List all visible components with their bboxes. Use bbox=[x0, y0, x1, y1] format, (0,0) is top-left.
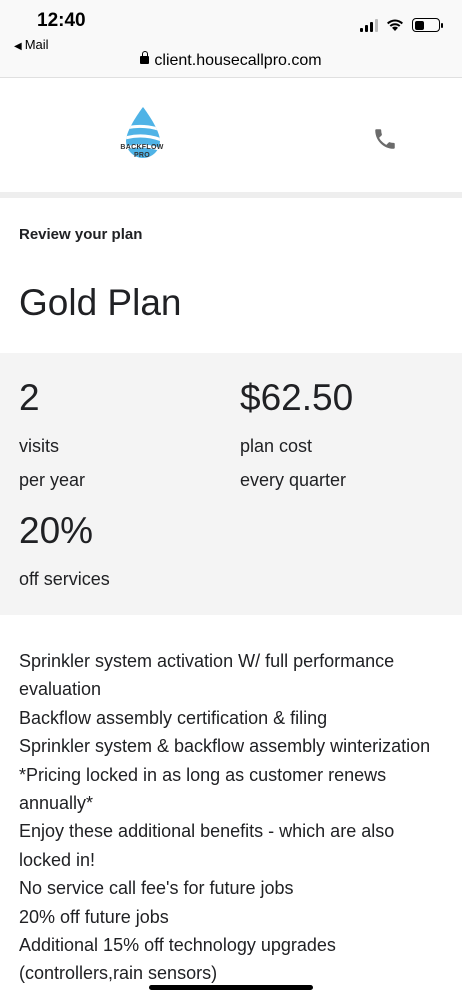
cellular-signal-icon bbox=[360, 18, 378, 32]
lock-icon bbox=[140, 51, 150, 64]
back-arrow-icon: ◀ bbox=[14, 41, 22, 52]
feature-item: 20% off future jobs bbox=[19, 906, 169, 927]
battery-icon bbox=[412, 18, 443, 32]
discount-label: off services bbox=[19, 569, 110, 589]
feature-item: No service call fee's for future jobs bbox=[19, 878, 294, 899]
cost-label: plan cost bbox=[240, 436, 313, 456]
plan-stats: 2 visits per year $62.50 plan cost every… bbox=[0, 353, 462, 615]
visits-value: 2 bbox=[19, 377, 40, 418]
system-icons bbox=[360, 18, 443, 32]
feature-item: Sprinkler system & backflow assembly win… bbox=[19, 736, 431, 757]
back-app-label: Mail bbox=[24, 37, 49, 52]
cost-period: every quarter bbox=[240, 470, 347, 490]
feature-item: Additional 15% off technology upgrades (… bbox=[19, 935, 336, 984]
visits-label: visits bbox=[19, 436, 59, 456]
home-indicator[interactable] bbox=[149, 985, 313, 990]
cost-value: $62.50 bbox=[240, 377, 354, 418]
plan-card: Review your plan Gold Plan 2 visits per … bbox=[0, 204, 462, 1000]
feature-item: Sprinkler system activation W/ full perf… bbox=[19, 651, 395, 700]
phone-icon[interactable] bbox=[372, 126, 398, 152]
feature-item: *Pricing locked in as long as customer r… bbox=[19, 764, 387, 814]
plan-features-list: Sprinkler system activation W/ full perf… bbox=[19, 647, 439, 988]
visits-period: per year bbox=[19, 470, 86, 490]
back-to-mail-link[interactable]: ◀ Mail bbox=[14, 37, 49, 52]
wifi-icon bbox=[387, 19, 403, 31]
status-time: 12:40 bbox=[37, 10, 86, 31]
logo-text: BACKFLOW PRO bbox=[120, 144, 164, 159]
feature-item: Enjoy these additional benefits - which … bbox=[19, 821, 395, 870]
review-plan-label: Review your plan bbox=[19, 226, 143, 243]
plan-title: Gold Plan bbox=[19, 282, 182, 323]
page-header: BACKFLOW PRO bbox=[0, 80, 462, 198]
feature-item: Backflow assembly certification & filing bbox=[19, 707, 328, 728]
status-bar: 12:40 ◀ Mail bbox=[0, 0, 462, 56]
url-bar[interactable]: client.housecallpro.com bbox=[0, 51, 462, 78]
discount-value: 20% bbox=[19, 510, 94, 551]
url-text: client.housecallpro.com bbox=[154, 52, 322, 69]
